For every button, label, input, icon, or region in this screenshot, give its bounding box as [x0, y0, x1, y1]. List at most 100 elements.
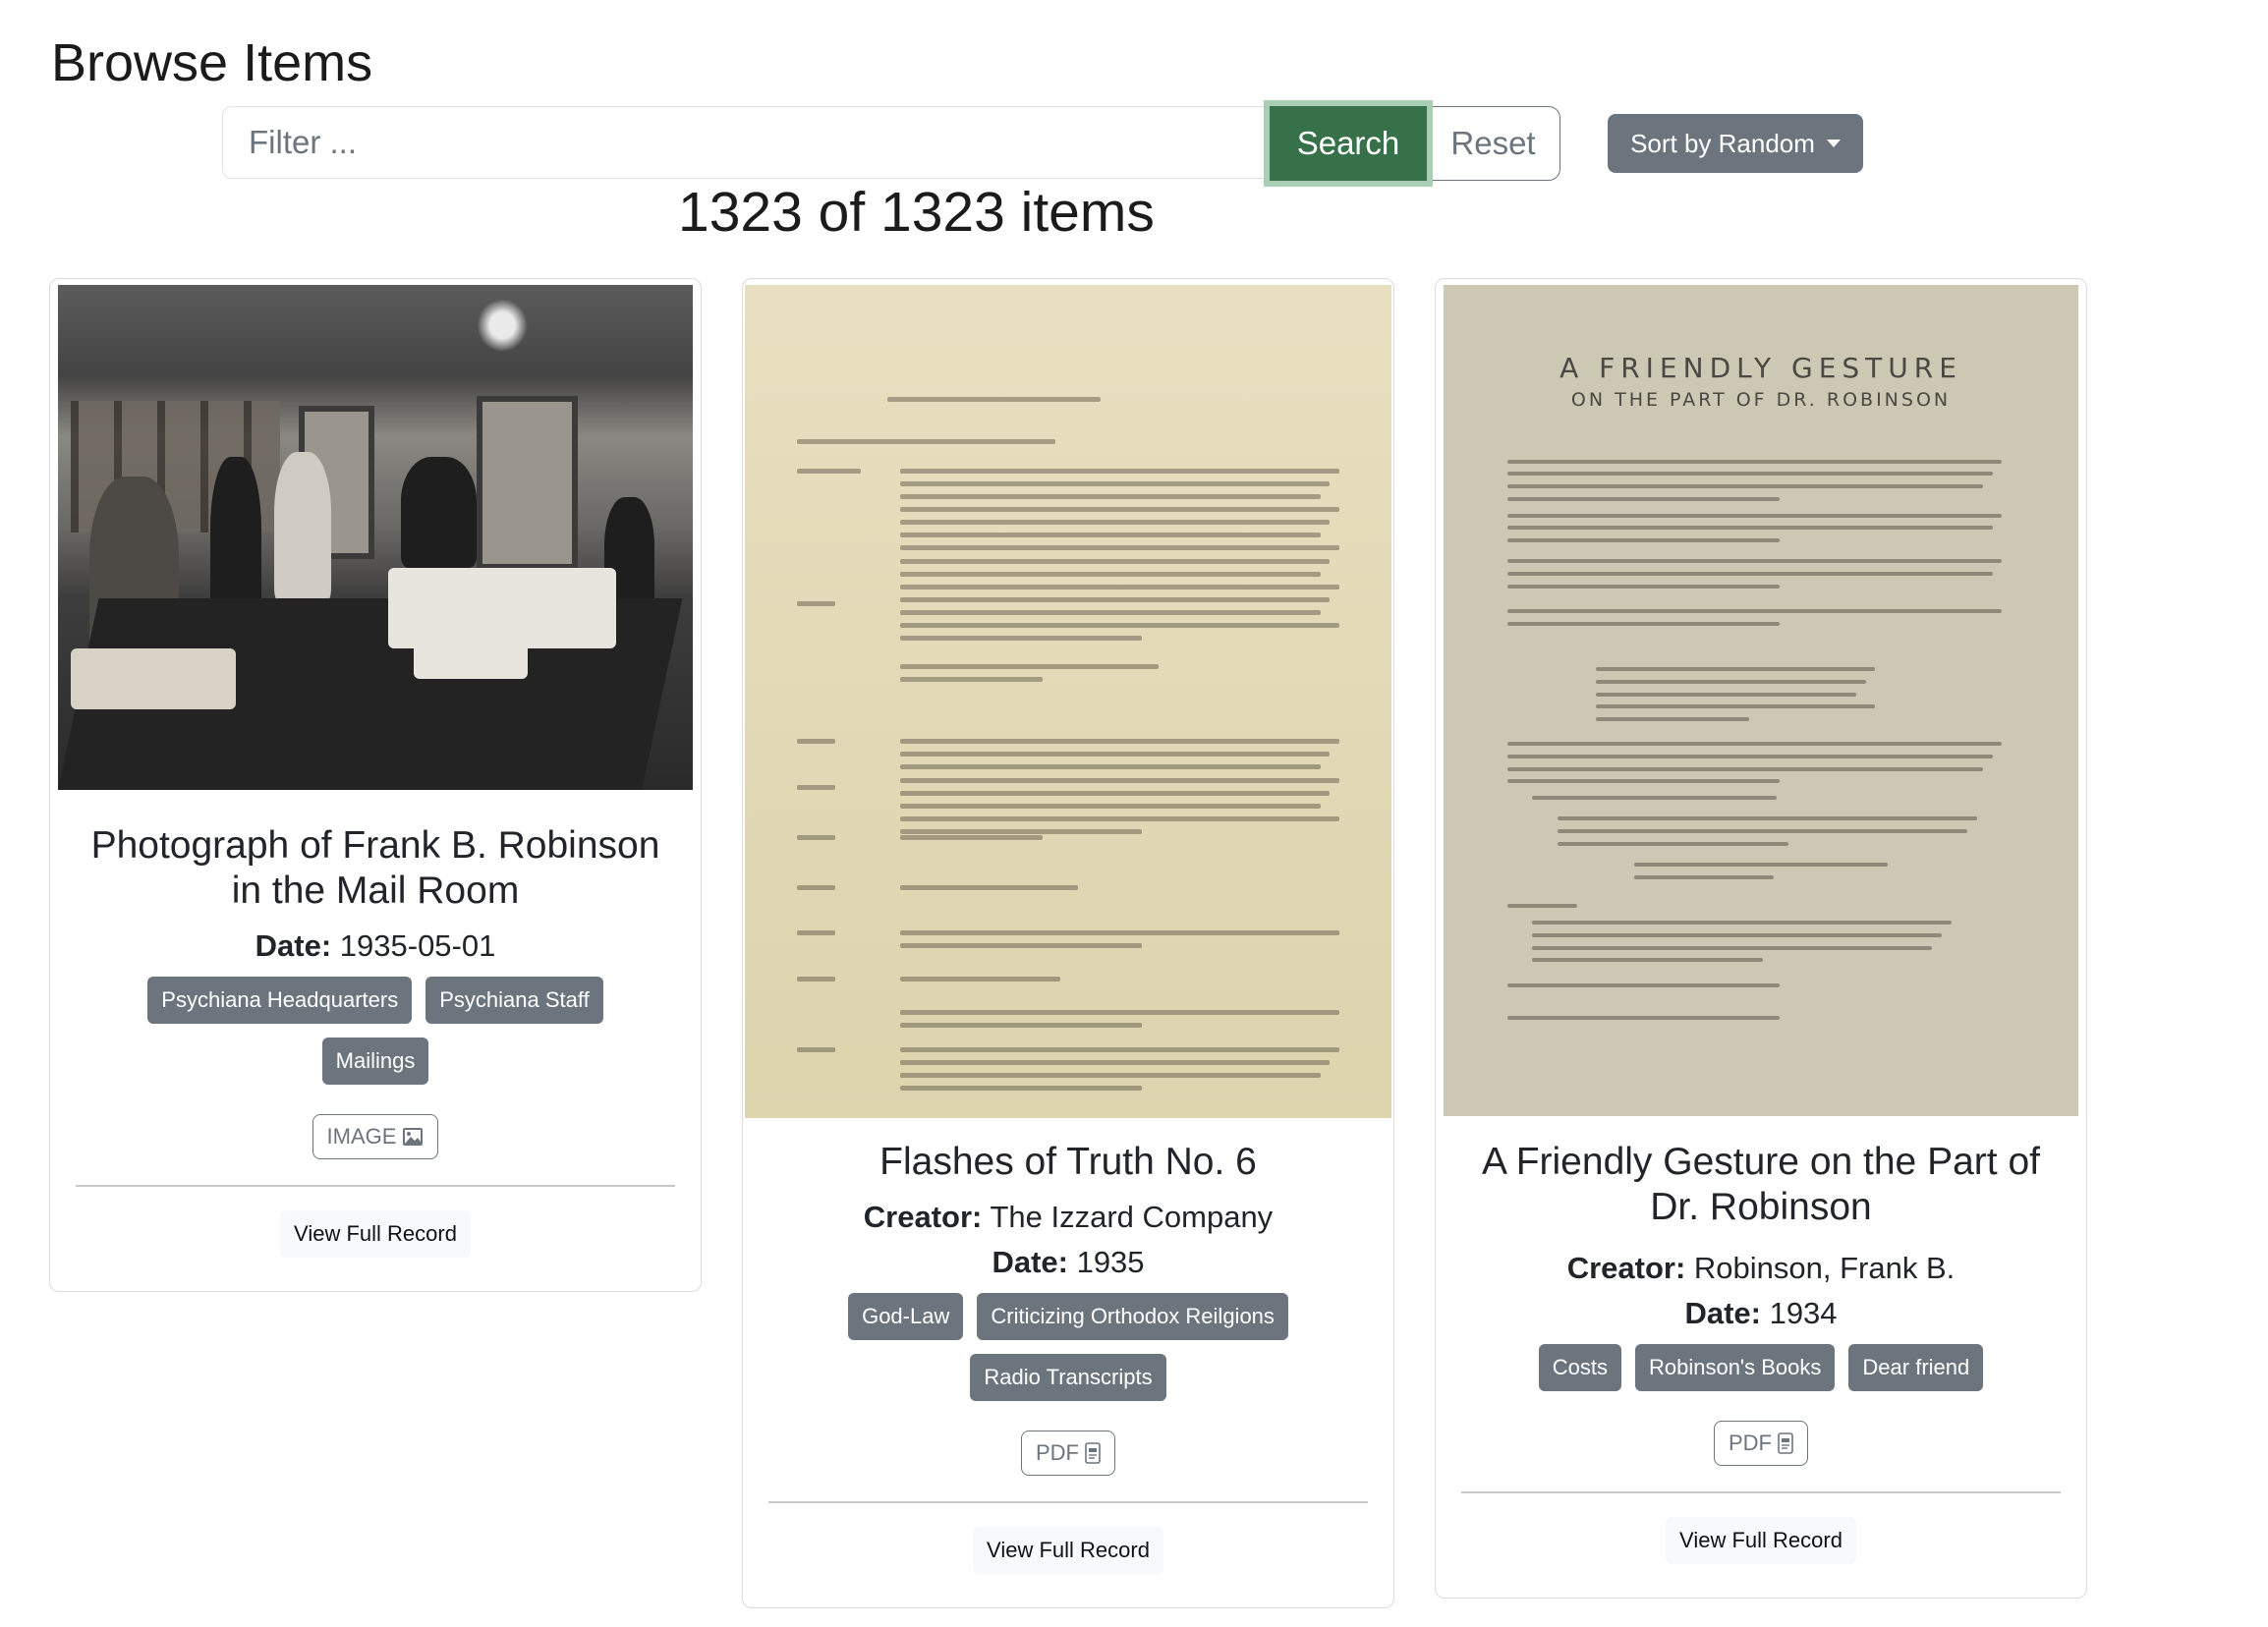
tag-badge[interactable]: Robinson's Books: [1634, 1344, 1836, 1391]
item-card: Flashes of Truth No. 6 Creator: The Izza…: [742, 278, 1394, 1608]
doc-text-line: [1506, 1016, 1780, 1021]
item-thumbnail-photo[interactable]: [58, 285, 693, 790]
doc-text-line: [1596, 667, 1876, 672]
doc-text-line: [899, 816, 1340, 822]
doc-text-line: [899, 468, 1340, 474]
doc-text-line: [1506, 742, 2003, 747]
doc-text-line: [1506, 982, 1780, 987]
doc-text-line: [899, 1073, 1321, 1079]
tag-badge[interactable]: Criticizing Orthodox Reilgions: [977, 1293, 1288, 1340]
card-divider: [1461, 1491, 2061, 1493]
doc-text-line: [899, 764, 1321, 770]
doc-text-line: [899, 610, 1321, 616]
doc-text-line: [1596, 716, 1750, 721]
doc-text-line: [1532, 921, 1952, 926]
creator-value: The Izzard Company: [990, 1200, 1274, 1234]
doc-text-line: [1532, 958, 1763, 963]
doc-text-line: [899, 943, 1142, 949]
search-button[interactable]: Search: [1270, 106, 1427, 181]
page-title: Browse Items: [51, 33, 373, 92]
pdf-file-icon: [1778, 1432, 1793, 1454]
doc-text-line: [796, 784, 836, 790]
doc-text-line: [796, 468, 862, 474]
caret-down-icon: [1826, 140, 1841, 147]
doc-text-line: [796, 438, 1055, 444]
doc-text-line: [796, 930, 836, 936]
item-date: Date: 1935: [768, 1240, 1368, 1285]
item-type-button[interactable]: PDF: [1714, 1421, 1808, 1466]
doc-text-line: [899, 597, 1331, 602]
creator-label: Creator:: [863, 1200, 983, 1234]
doc-text-line: [1558, 841, 1788, 846]
item-type-label: PDF: [1729, 1431, 1772, 1455]
date-value: 1935-05-01: [339, 928, 496, 963]
doc-text-line: [899, 752, 1331, 757]
photo-person: [273, 451, 331, 603]
doc-text-line: [1506, 472, 1993, 477]
item-title: Flashes of Truth No. 6: [879, 1141, 1257, 1183]
doc-text-line: [899, 884, 1078, 890]
doc-text-line: [899, 1060, 1331, 1066]
doc-text-line: [1506, 766, 1984, 771]
tag-badge[interactable]: Costs: [1538, 1344, 1621, 1391]
filter-input[interactable]: [222, 106, 1270, 179]
reset-button[interactable]: Reset: [1427, 106, 1560, 181]
doc-text-line: [1506, 779, 1780, 784]
doc-text-line: [1596, 692, 1856, 697]
doc-text-line: [899, 480, 1331, 486]
doc-text-line: [899, 571, 1321, 577]
search-form: Search Reset: [222, 106, 1560, 181]
item-type-label: PDF: [1036, 1440, 1079, 1465]
tag-badge[interactable]: Psychiana Headquarters: [147, 977, 413, 1024]
tag-badge[interactable]: Radio Transcripts: [970, 1354, 1166, 1401]
doc-text-line: [899, 834, 1043, 840]
doc-text-line: [899, 1046, 1340, 1052]
tag-badge[interactable]: God-Law: [848, 1293, 964, 1340]
thumb-heading: A FRIENDLY GESTURE: [1559, 351, 1962, 384]
date-label: Date:: [1684, 1296, 1761, 1330]
doc-text-line: [796, 739, 836, 745]
sort-dropdown-button[interactable]: Sort by Random: [1608, 114, 1863, 173]
doc-text-line: [899, 663, 1160, 669]
view-full-record-button[interactable]: View Full Record: [280, 1210, 471, 1258]
item-type-button[interactable]: IMAGE: [312, 1114, 439, 1159]
date-value: 1934: [1769, 1296, 1838, 1330]
doc-text-line: [899, 520, 1331, 526]
creator-label: Creator:: [1566, 1251, 1686, 1285]
doc-text-line: [1633, 874, 1774, 879]
doc-text-line: [899, 506, 1340, 512]
doc-text-line: [1506, 608, 2003, 613]
item-thumbnail-document[interactable]: [745, 285, 1391, 1118]
doc-text-line: [899, 1022, 1142, 1028]
doc-text-line: [1506, 538, 1780, 543]
item-date: Date: 1935-05-01: [76, 924, 675, 969]
doc-text-line: [1506, 459, 2003, 464]
doc-text-line: [899, 676, 1043, 682]
pdf-file-icon: [1085, 1442, 1101, 1464]
doc-text-line: [1558, 829, 1967, 834]
tag-badge[interactable]: Psychiana Staff: [425, 977, 603, 1024]
doc-text-line: [1596, 679, 1866, 684]
item-date: Date: 1934: [1461, 1291, 2061, 1336]
doc-text-line: [899, 533, 1321, 538]
doc-text-line: [1558, 816, 1977, 821]
doc-text-line: [1532, 945, 1933, 950]
doc-text-line: [899, 829, 1142, 835]
view-full-record-button[interactable]: View Full Record: [973, 1527, 1163, 1574]
doc-text-line: [1506, 526, 1993, 531]
doc-text-line: [899, 1086, 1142, 1092]
item-thumbnail-document[interactable]: A FRIENDLY GESTURE ON THE PART OF DR. RO…: [1444, 285, 2078, 1116]
tag-badge[interactable]: Dear friend: [1848, 1344, 1984, 1391]
doc-text-line: [899, 636, 1142, 642]
item-title: Photograph of Frank B. Robinson in the M…: [90, 824, 660, 912]
doc-text-line: [899, 545, 1340, 551]
doc-text-line: [899, 777, 1340, 783]
date-value: 1935: [1076, 1245, 1145, 1279]
date-label: Date:: [255, 928, 332, 963]
item-type-button[interactable]: PDF: [1021, 1431, 1115, 1476]
creator-value: Robinson, Frank B.: [1693, 1251, 1956, 1285]
tag-badge[interactable]: Mailings: [321, 1038, 429, 1085]
doc-text-line: [1596, 704, 1876, 709]
doc-text-line: [1506, 584, 1780, 589]
view-full-record-button[interactable]: View Full Record: [1666, 1517, 1856, 1564]
